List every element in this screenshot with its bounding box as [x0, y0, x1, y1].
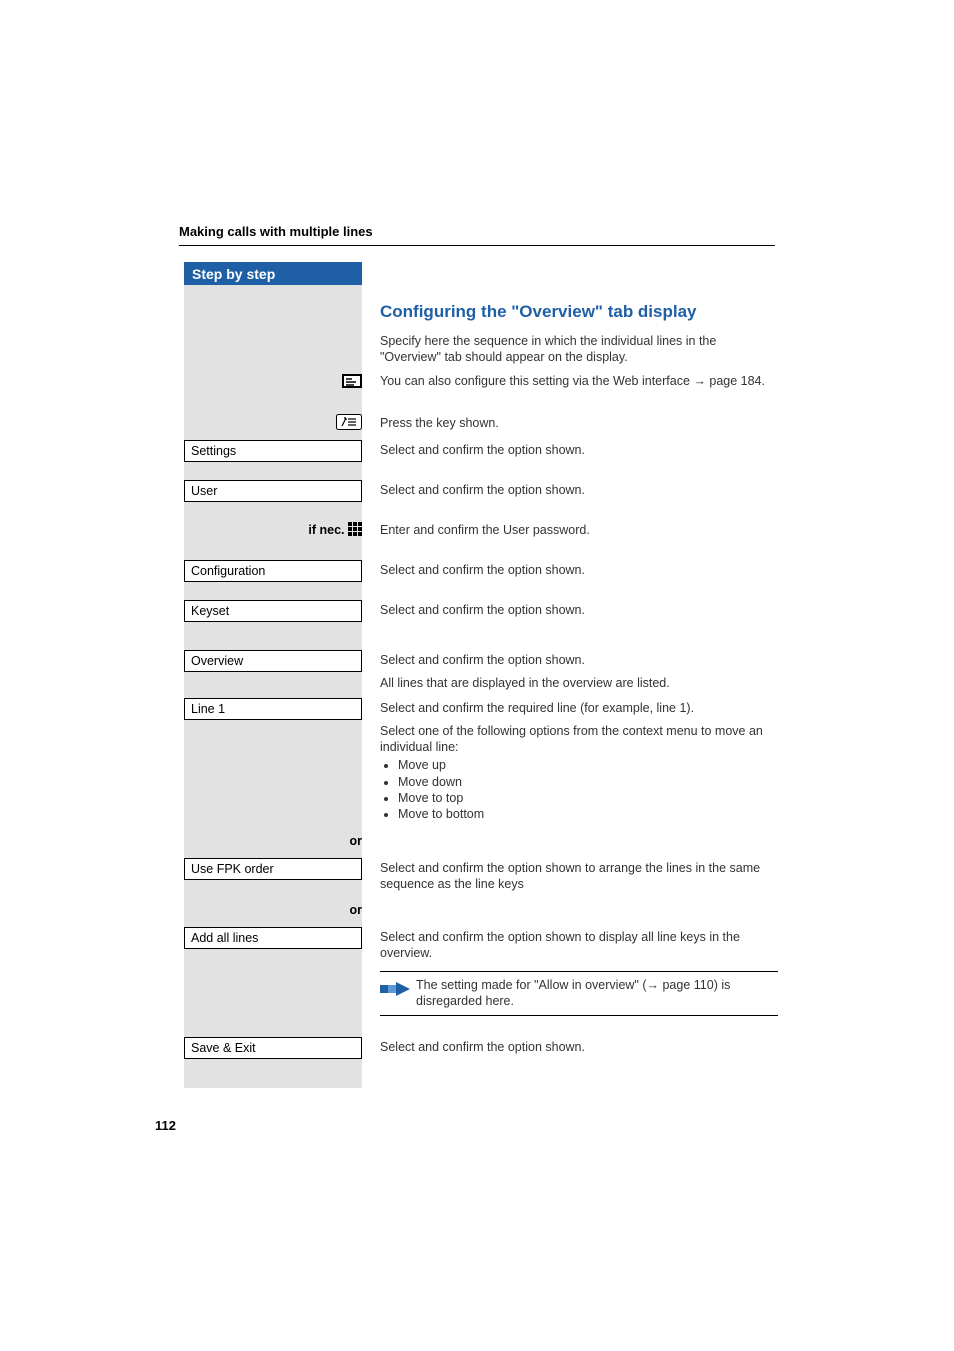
if-nec-text: if nec. [308, 523, 344, 537]
context-intro: Select one of the following options from… [380, 724, 778, 755]
menu-overview[interactable]: Overview [184, 650, 362, 672]
or-label-2: or [184, 903, 362, 917]
section-heading: Configuring the "Overview" tab display [380, 302, 778, 322]
fpk-desc: Select and confirm the option shown to a… [380, 861, 778, 892]
web-note: You can also configure this setting via … [380, 374, 778, 390]
password-desc: Enter and confirm the User password. [380, 523, 778, 539]
menu-settings[interactable]: Settings [184, 440, 362, 462]
menu-line1[interactable]: Line 1 [184, 698, 362, 720]
intro-text: Specify here the sequence in which the i… [380, 334, 778, 365]
save-exit-desc: Select and confirm the option shown. [380, 1040, 778, 1056]
sidebar-title: Step by step [184, 262, 362, 287]
add-all-desc: Select and confirm the option shown to d… [380, 930, 778, 961]
note-icon [380, 978, 416, 1009]
page: Making calls with multiple lines Step by… [0, 0, 954, 1351]
user-desc: Select and confirm the option shown. [380, 483, 778, 499]
note-link[interactable]: → page 110 [647, 978, 714, 992]
menu-save-exit[interactable]: Save & Exit [184, 1037, 362, 1059]
web-note-text: You can also configure this setting via … [380, 374, 693, 388]
note-box: The setting made for "Allow in overview"… [380, 971, 778, 1016]
menu-configuration[interactable]: Configuration [184, 560, 362, 582]
note-text: The setting made for "Allow in overview"… [416, 978, 778, 1009]
web-interface-icon [184, 374, 362, 393]
page-number: 112 [155, 1118, 176, 1133]
configuration-desc: Select and confirm the option shown. [380, 563, 778, 579]
overview-desc: Select and confirm the option shown. [380, 653, 778, 669]
page-header: Making calls with multiple lines [179, 224, 775, 246]
menu-add-all-lines[interactable]: Add all lines [184, 927, 362, 949]
move-down: Move down [398, 774, 778, 790]
or-label-1: or [184, 834, 362, 848]
note-part1: The setting made for "Allow in overview"… [416, 978, 647, 992]
web-note-link[interactable]: → page 184. [693, 374, 765, 388]
sidebar-background [184, 285, 362, 1088]
menu-keyset[interactable]: Keyset [184, 600, 362, 622]
move-options-list: Move up Move down Move to top Move to bo… [380, 757, 778, 822]
press-key-text: Press the key shown. [380, 416, 778, 432]
move-bottom: Move to bottom [398, 806, 778, 822]
settings-desc: Select and confirm the option shown. [380, 443, 778, 459]
menu-user[interactable]: User [184, 480, 362, 502]
context-desc: Select one of the following options from… [380, 724, 778, 822]
move-top: Move to top [398, 790, 778, 806]
keypad-icon [348, 522, 362, 537]
keyset-desc: Select and confirm the option shown. [380, 603, 778, 619]
services-key-icon [184, 414, 362, 435]
all-lines-listed: All lines that are displayed in the over… [380, 676, 778, 692]
menu-use-fpk-order[interactable]: Use FPK order [184, 858, 362, 880]
if-nec-label: if nec. [184, 522, 362, 537]
move-up: Move up [398, 757, 778, 773]
line1-desc: Select and confirm the required line (fo… [380, 701, 778, 717]
